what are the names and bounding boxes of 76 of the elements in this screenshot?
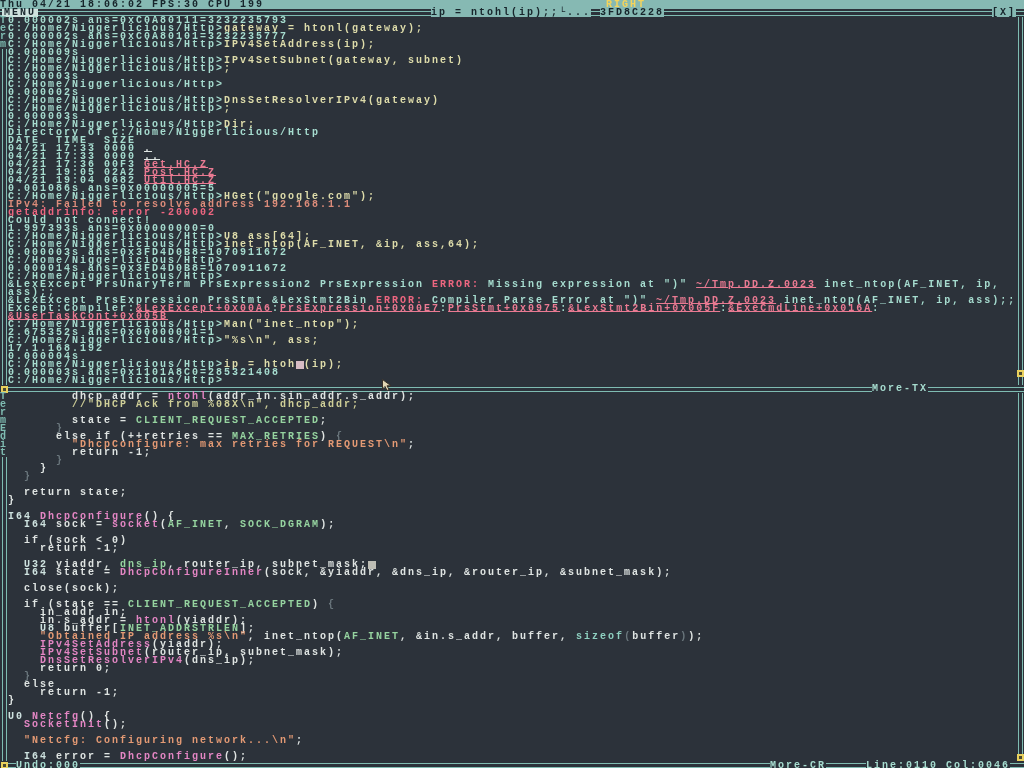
terminal-line: C:/Home/Niggerlicious/Http>;: [8, 105, 233, 113]
system-status-text: Thu 04/21 18:06:02 FPS:30 CPU 199: [0, 1, 266, 9]
scroll-box-icon[interactable]: [0, 761, 8, 768]
code-line: return -1;: [40, 689, 121, 697]
text-cursor-icon: [368, 561, 377, 569]
terminal-text: &LexExcept PrsUnaryTerm PrsExpression2 PrsExpression ERROR: Missing expression at ")": [8, 281, 690, 289]
code-line: }: [8, 697, 16, 705]
address-text: 3FD8C228: [600, 9, 664, 17]
scroll-box-icon[interactable]: [1016, 370, 1024, 377]
undo-counter-text: Undo:000: [16, 761, 80, 768]
file-link[interactable]: Get.HC.Z: [144, 161, 209, 169]
code-line: }: [40, 465, 49, 473]
terminal-text: :: [272, 305, 281, 313]
code-line: return -1;: [40, 545, 121, 553]
code-line: SocketInit();: [24, 721, 129, 729]
pager-status-text: More-CR: [769, 761, 826, 768]
text-cursor-icon: [296, 361, 305, 369]
scroll-box-icon[interactable]: [1016, 754, 1024, 761]
code-line: return state;: [24, 489, 129, 497]
code-line: I64 state = DhcpConfigureInner(sock, &yiaddr, &dns_ip, &router_ip, &subnet_mask);: [24, 569, 673, 577]
terminal-line: Could not connect!: [8, 217, 153, 225]
code-line: "Netcfg: Configuring network...\n";: [24, 737, 305, 745]
terminal-text: inet_ntop(AF_INET, ip, ass);;: [784, 297, 1017, 305]
code-line: }: [24, 473, 33, 481]
terminal-line: C:/Home/Niggerlicious/Http>IPv4SetAddress(ip);: [8, 41, 377, 49]
cursor-position-text: Line:0110 Col:0046: [865, 761, 1010, 768]
terminal-line: C:/Home/Niggerlicious/Http>"%s\n", ass;: [8, 337, 321, 345]
code-line: return -1;: [72, 449, 153, 457]
pager-status-text: More-TX: [872, 385, 928, 393]
stack-frame-link[interactable]: &LexExcept+0x00A6: [136, 305, 273, 313]
terminal-text: inet_ntop(AF_INET, ip,: [823, 281, 1001, 289]
terminal-line: 17.1.168.192: [8, 345, 104, 353]
mouse-button-text: RIGHT: [606, 1, 646, 9]
menu-button[interactable]: MENU: [2, 9, 38, 17]
terminal-line: getaddrinfo: error -200002: [8, 209, 217, 217]
stack-frame-link[interactable]: PrsStmt+0x0975: [448, 305, 561, 313]
code-line: if (sock < 0): [24, 537, 129, 545]
code-line: U0 Netcfg() {: [8, 713, 113, 721]
code-line: }: [56, 457, 65, 465]
terminal-line: C:/Home/Niggerlicious/Http>: [8, 377, 225, 385]
terminal-text: :: [720, 305, 729, 313]
folder-link[interactable]: .: [144, 145, 153, 153]
terminal-line: C:/Home/Niggerlicious/Http>IPv4SetSubnet(gateway, subnet): [8, 57, 465, 65]
terminal-line: C:/Home/Niggerlicious/Http>: [8, 273, 225, 281]
stack-frame-link[interactable]: &LexStmt2Bin+0x005F: [568, 305, 721, 313]
terminal-line: C:/Home/Niggerlicious/Http>inet_ntop(AF_INET, &ip, ass,64);: [8, 241, 481, 249]
terminal-text: :: [872, 305, 881, 313]
terminal-line: C:/Home/Niggerlicious/Http>Man("inet_ntop");: [8, 321, 361, 329]
window-side-title: Term: [0, 17, 8, 49]
code-line: "DhcpConfigure: max retries for REQUEST\n";: [72, 441, 417, 449]
mouse-pointer-icon: [382, 379, 392, 391]
terminal-text: :: [560, 305, 569, 313]
code-line: I64 error = DhcpConfigure();: [24, 753, 249, 761]
terminal-line: DATE_ TIME_ SIZE: [8, 137, 136, 145]
code-line: }: [8, 497, 16, 505]
source-link[interactable]: ~/Tmp.DD.Z.0023: [696, 281, 817, 289]
terminal-text: (ip);: [304, 361, 345, 369]
stack-frame-link[interactable]: &ExeCmdLine+0x016A: [728, 305, 873, 313]
source-link[interactable]: ~/Tmp.DD.Z.0023: [656, 297, 777, 305]
close-button[interactable]: [X]: [992, 9, 1016, 17]
code-line: return 0;: [40, 665, 113, 673]
terminal-line: ass);;: [8, 289, 56, 297]
terminal-line: C:/Home/Niggerlicious/Http>;: [8, 65, 233, 73]
scroll-box-icon[interactable]: [0, 385, 8, 393]
code-line: }: [56, 425, 65, 433]
code-line: //"DHCP Ack from %08X\n", dhcp_addr;: [72, 401, 361, 409]
terminal-text: :: [440, 305, 449, 313]
window-side-title: TermEdit: [0, 393, 8, 457]
code-line: }: [24, 673, 33, 681]
code-line: state = CLIENT_REQUEST_ACCEPTED;: [72, 417, 329, 425]
code-line: close(sock);: [24, 585, 121, 593]
code-line: else: [24, 681, 57, 689]
folder-link[interactable]: ..: [144, 153, 161, 161]
terminal-line: C:/Home/Niggerlicious/Http>DnsSetResolverIPv4(gateway): [8, 97, 441, 105]
terminal-text: Except:Compiler:: [8, 305, 136, 313]
code-line: I64 sock = socket(AF_INET, SOCK_DGRAM);: [24, 521, 337, 529]
